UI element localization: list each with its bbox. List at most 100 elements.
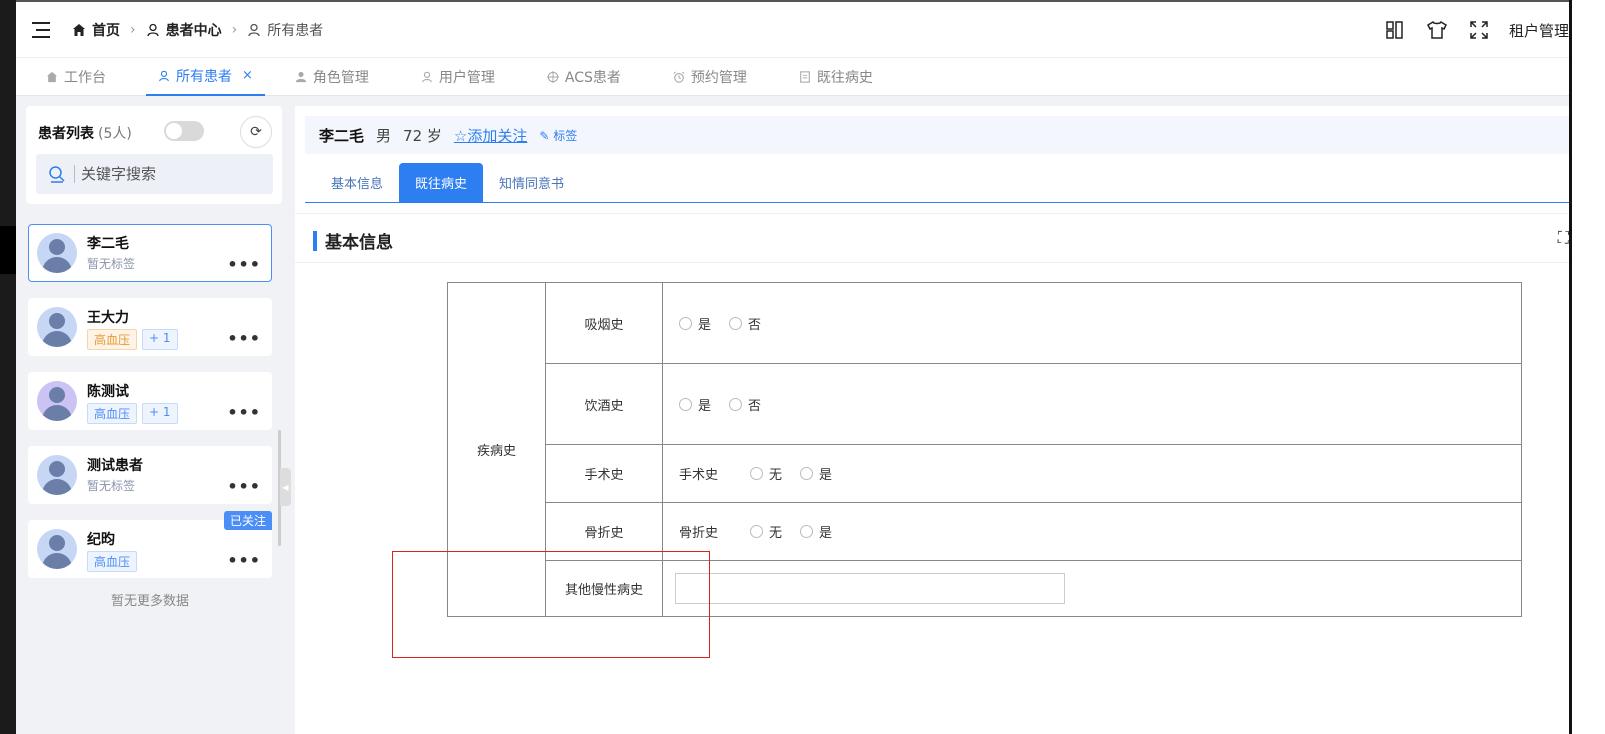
fracture-yes-radio[interactable]: 是 bbox=[800, 522, 832, 541]
edge-marker bbox=[0, 226, 16, 274]
tab-basic-info[interactable]: 基本信息 bbox=[315, 163, 399, 202]
pencil-icon: ✎ bbox=[539, 128, 550, 143]
history-panel: 基本信息 ⛶ 疾病史 吸烟史 是 否 饮酒史 是 否 手术史 手术史 无 是 骨… bbox=[295, 213, 1569, 734]
search-input[interactable] bbox=[74, 165, 254, 183]
breadcrumb-home[interactable]: 首页 bbox=[72, 20, 120, 40]
patient-gender: 男 bbox=[376, 126, 392, 145]
theme-shirt-icon[interactable] bbox=[1425, 18, 1449, 42]
followed-badge: 已关注 bbox=[223, 511, 272, 530]
smoking-yes-radio[interactable]: 是 bbox=[679, 314, 711, 333]
more-icon[interactable]: ••• bbox=[227, 329, 261, 348]
tab-role-management[interactable]: 角色管理 bbox=[283, 58, 381, 96]
category-cell: 疾病史 bbox=[447, 282, 546, 617]
fullscreen-icon[interactable] bbox=[1467, 18, 1491, 42]
tenant-menu[interactable]: 租户管理 bbox=[1509, 20, 1569, 41]
expand-icon[interactable]: ⛶ bbox=[1558, 228, 1569, 248]
tag-extra-count[interactable]: + 1 bbox=[142, 403, 178, 424]
collapse-sidebar-handle[interactable]: ◀ bbox=[280, 468, 291, 506]
search-box bbox=[36, 154, 273, 194]
other-chronic-cell bbox=[662, 560, 1522, 617]
user-icon bbox=[146, 23, 159, 37]
tab-appointment-management[interactable]: 预约管理 bbox=[661, 58, 759, 96]
avatar bbox=[37, 233, 77, 273]
more-icon[interactable]: ••• bbox=[227, 477, 261, 496]
tab-workbench[interactable]: 工作台 bbox=[34, 58, 118, 96]
breadcrumb-separator: › bbox=[130, 22, 136, 38]
list-item[interactable]: 测试患者 暂无标签 ••• bbox=[28, 446, 272, 504]
history-table: 疾病史 吸烟史 是 否 饮酒史 是 否 手术史 手术史 无 是 骨折史 骨折史 … bbox=[447, 282, 1522, 617]
surgery-yes-radio[interactable]: 是 bbox=[800, 464, 832, 483]
title-accent-bar bbox=[313, 230, 317, 251]
breadcrumb-home-label: 首页 bbox=[92, 23, 120, 39]
menu-toggle-icon[interactable] bbox=[32, 22, 50, 38]
layout-icon[interactable] bbox=[1383, 18, 1407, 42]
tag-edit-label: 标签 bbox=[553, 128, 578, 143]
refresh-button[interactable]: ⟳ bbox=[240, 116, 272, 148]
no-more-data: 暂无更多数据 bbox=[110, 594, 189, 609]
tab-medical-history[interactable]: 既往病史 bbox=[787, 58, 885, 96]
fracture-label: 骨折史 bbox=[679, 526, 719, 541]
breadcrumb-separator: › bbox=[231, 22, 238, 38]
fracture-options: 骨折史 无 是 bbox=[662, 502, 1522, 561]
drinking-yes-radio[interactable]: 是 bbox=[679, 395, 711, 414]
list-item[interactable]: 李二毛 暂无标签 ••• bbox=[28, 224, 272, 282]
app-window: 首页 › 患者中心 › 所有患者 租户管理 工作台 所有患者 × 角色管理 用户… bbox=[16, 0, 1569, 734]
tab-past-history[interactable]: 既往病史 bbox=[399, 163, 484, 202]
refresh-icon: ⟳ bbox=[250, 124, 262, 140]
more-icon[interactable]: ••• bbox=[227, 255, 261, 274]
more-icon[interactable]: ••• bbox=[227, 403, 261, 422]
item-fracture: 骨折史 bbox=[545, 502, 663, 561]
breadcrumb-patient-center[interactable]: 患者中心 bbox=[146, 20, 222, 40]
breadcrumb-patient-center-label: 患者中心 bbox=[165, 23, 222, 39]
alarm-icon bbox=[673, 70, 685, 83]
surgery-label: 手术史 bbox=[679, 468, 719, 483]
surgery-options: 手术史 无 是 bbox=[662, 444, 1522, 503]
tab-informed-consent[interactable]: 知情同意书 bbox=[483, 163, 580, 202]
user-icon bbox=[248, 23, 260, 37]
list-item[interactable]: 陈测试 高血压 + 1 ••• bbox=[28, 372, 272, 430]
section-title: 基本信息 bbox=[313, 228, 393, 253]
patient-name: 李二毛 bbox=[87, 236, 129, 252]
list-item[interactable]: 已关注 纪昀 高血压 ••• bbox=[28, 511, 272, 578]
breadcrumb-all-patients[interactable]: 所有患者 bbox=[247, 20, 323, 40]
patient-tags: 暂无标签 bbox=[87, 255, 135, 272]
tab-label: 预约管理 bbox=[690, 69, 747, 86]
list-item[interactable]: 王大力 高血压 + 1 ••• bbox=[28, 298, 272, 356]
more-icon[interactable]: ••• bbox=[227, 551, 261, 570]
other-chronic-input[interactable] bbox=[675, 573, 1065, 604]
item-drinking: 饮酒史 bbox=[545, 363, 663, 445]
patient-name: 王大力 bbox=[87, 310, 129, 326]
fracture-none-radio[interactable]: 无 bbox=[750, 522, 782, 541]
page-tabs: 工作台 所有患者 × 角色管理 用户管理 ACS患者 预约管理 既往病史 bbox=[16, 58, 1569, 96]
tab-acs-patients[interactable]: ACS患者 bbox=[535, 58, 633, 96]
tag-extra-count[interactable]: + 1 bbox=[142, 329, 178, 350]
detail-tabs: 基本信息 既往病史 知情同意书 bbox=[305, 163, 1569, 203]
tab-all-patients[interactable]: 所有患者 × bbox=[146, 58, 265, 96]
user-icon bbox=[159, 70, 169, 81]
divider bbox=[295, 262, 1569, 263]
close-icon[interactable]: × bbox=[242, 68, 253, 83]
patient-tags: 高血压 + 1 bbox=[87, 329, 178, 350]
add-follow-link[interactable]: ☆添加关注 bbox=[454, 125, 527, 146]
follow-filter-toggle[interactable] bbox=[164, 121, 204, 141]
document-icon bbox=[800, 70, 810, 83]
patient-sidebar: 患者列表(5人) ⟳ 李二毛 暂无标签 ••• 王大力 高血压 + 1 bbox=[26, 106, 282, 734]
avatar bbox=[37, 381, 77, 421]
section-title-text: 基本信息 bbox=[325, 233, 393, 253]
drinking-no-radio[interactable]: 否 bbox=[729, 395, 761, 414]
tab-label: 既往病史 bbox=[816, 69, 873, 86]
smoking-options: 是 否 bbox=[662, 282, 1522, 364]
tab-user-management[interactable]: 用户管理 bbox=[409, 58, 507, 96]
tab-label: 角色管理 bbox=[312, 69, 369, 86]
surgery-none-radio[interactable]: 无 bbox=[750, 464, 782, 483]
tag-edit-link[interactable]: ✎ 标签 bbox=[539, 127, 577, 144]
drinking-options: 是 否 bbox=[662, 363, 1522, 445]
patient-list-title-text: 患者列表 bbox=[38, 126, 94, 142]
crosshair-icon bbox=[546, 70, 559, 83]
breadcrumb: 首页 › 患者中心 › 所有患者 bbox=[72, 20, 323, 40]
right-window-edge bbox=[1569, 0, 1605, 734]
home-icon bbox=[73, 24, 85, 36]
patient-detail-name: 李二毛 bbox=[319, 126, 365, 145]
smoking-no-radio[interactable]: 否 bbox=[729, 314, 761, 333]
search-icon[interactable] bbox=[48, 165, 66, 183]
